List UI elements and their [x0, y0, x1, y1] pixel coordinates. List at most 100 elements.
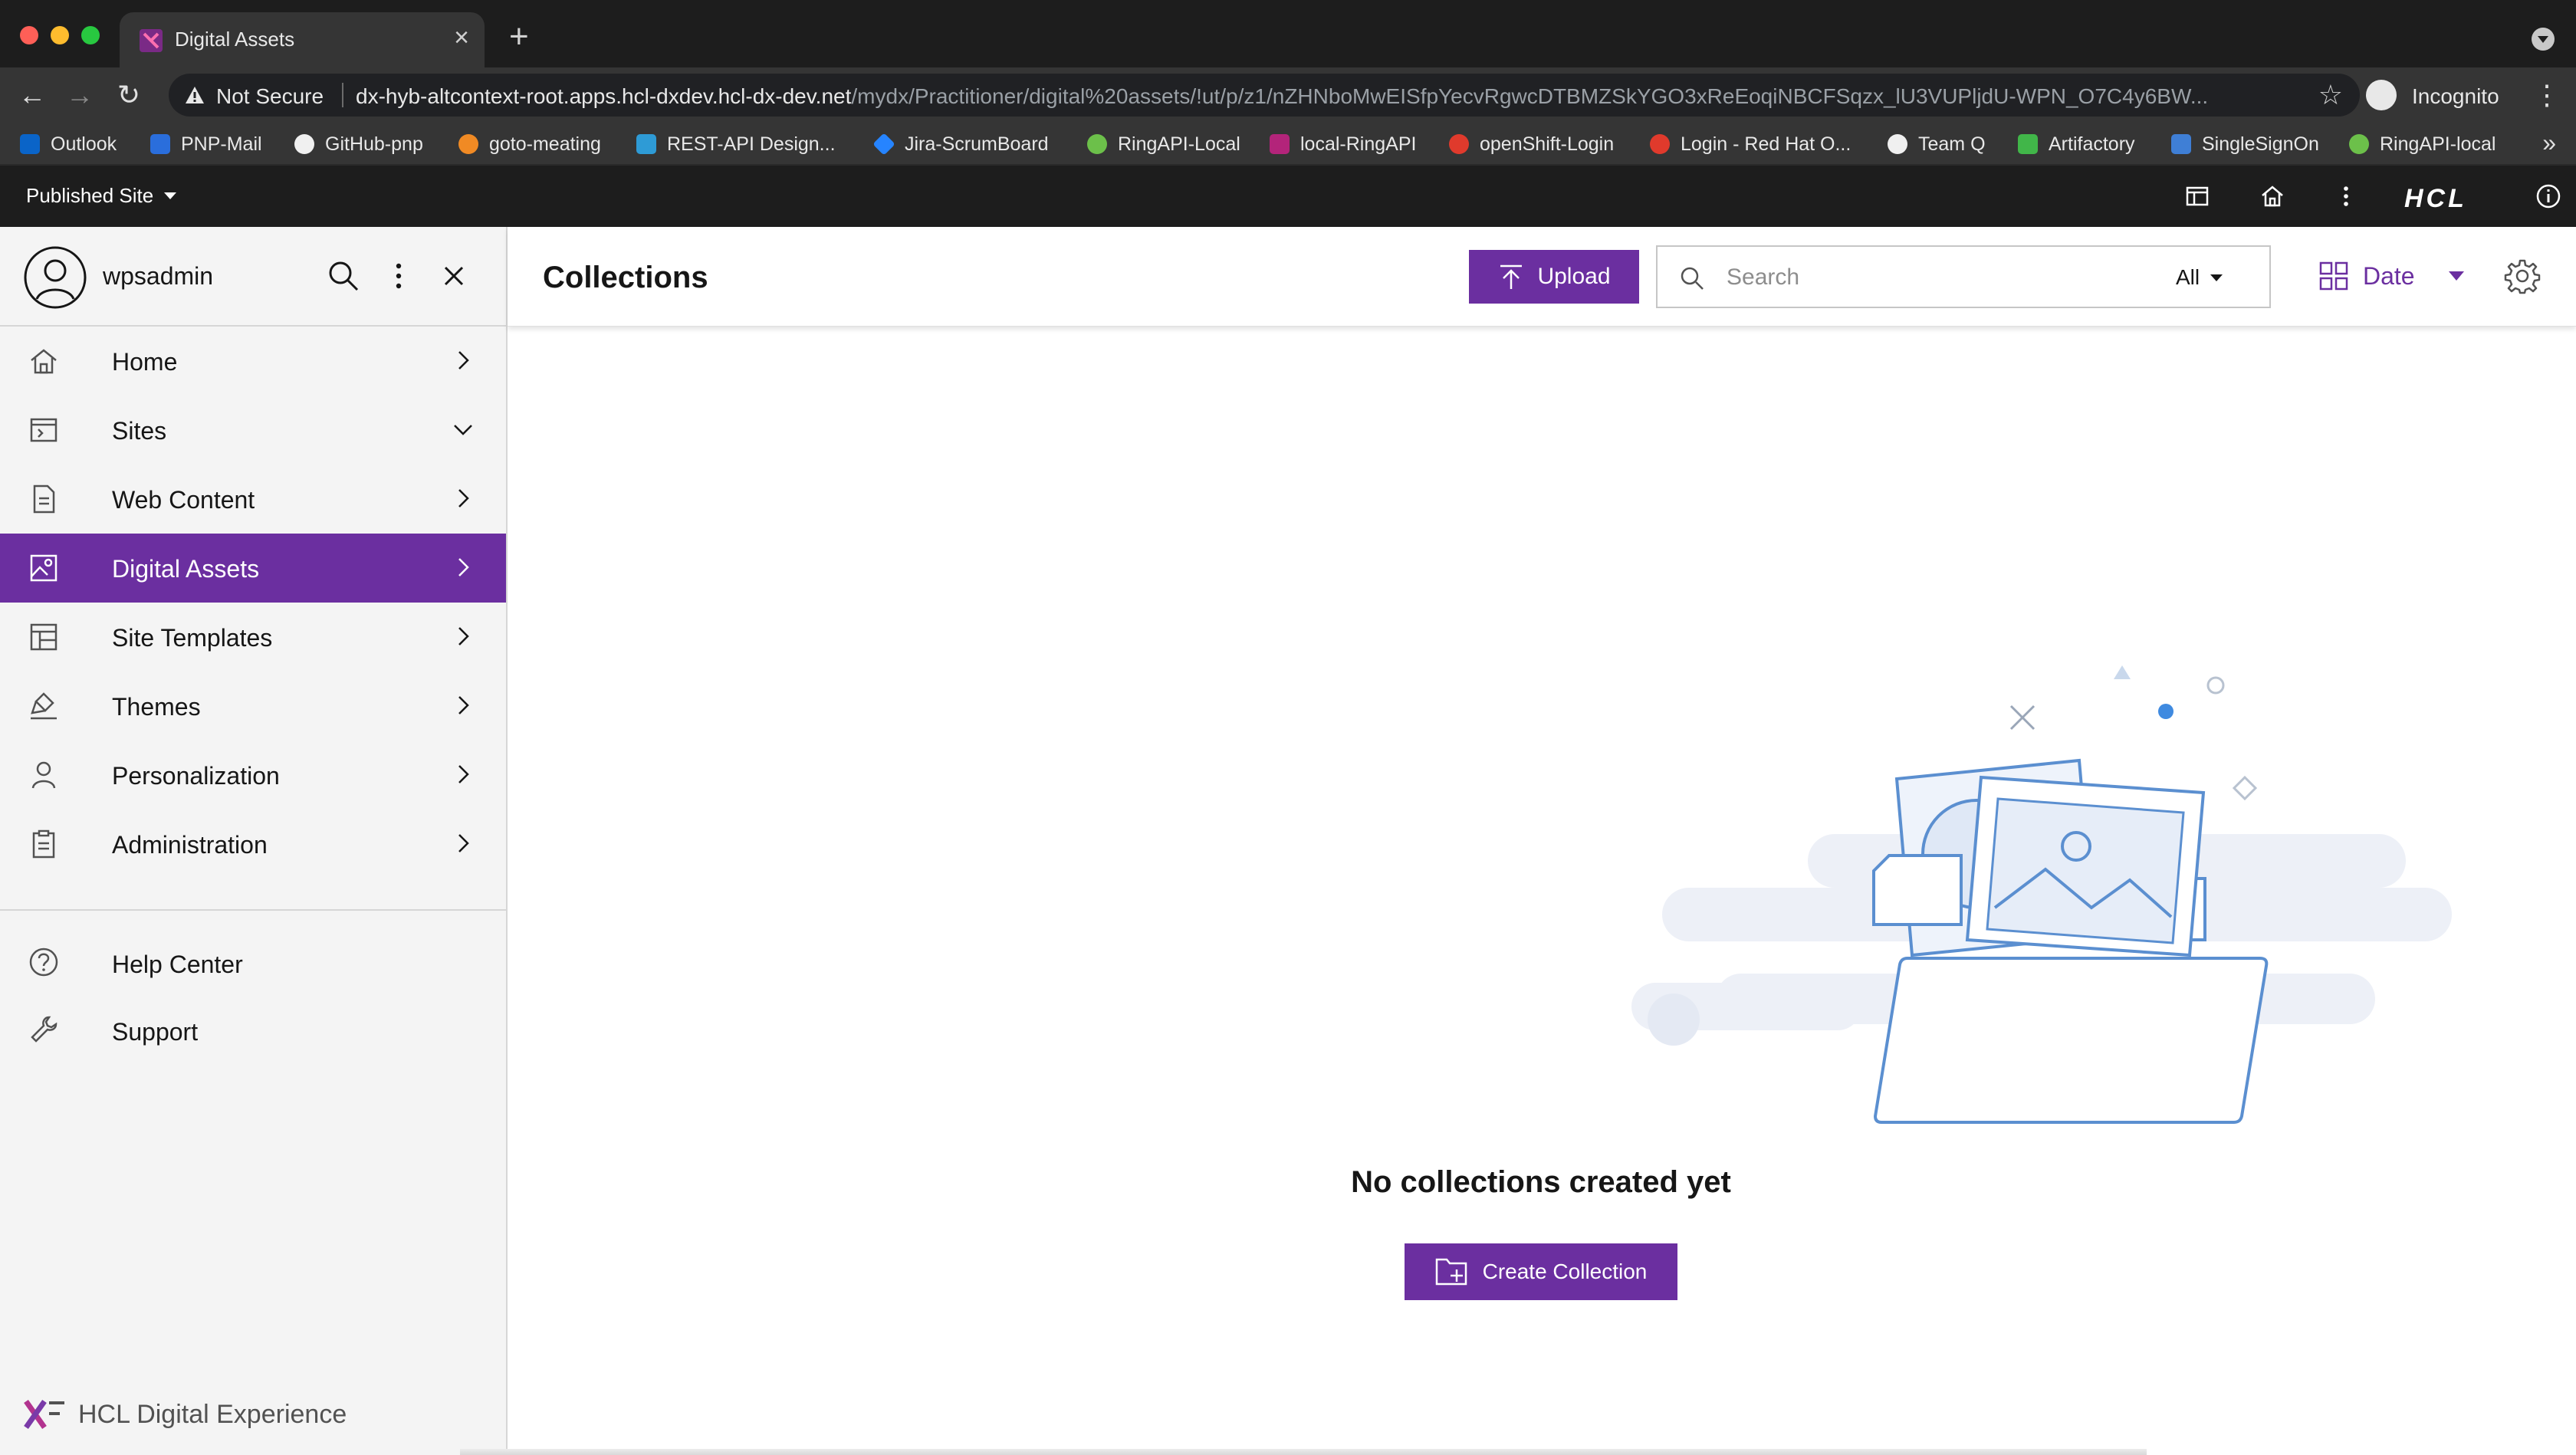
bookmarks-overflow-icon[interactable]: »: [2542, 129, 2556, 157]
help-icon: [29, 948, 58, 977]
sidebar-item-label: Web Content: [112, 486, 255, 514]
tab-close-icon[interactable]: ×: [454, 25, 469, 51]
site-selector[interactable]: Published Site: [26, 184, 177, 208]
wrench-icon: [31, 1016, 58, 1043]
hcl-dx-icon: [1270, 134, 1290, 154]
side-navigation: wpsadmin Home Sites Web Content Digital …: [0, 227, 508, 1455]
grid-view-icon[interactable]: [2318, 261, 2349, 291]
new-tab-button[interactable]: +: [509, 20, 529, 54]
upload-button[interactable]: Upload: [1469, 250, 1639, 304]
back-button[interactable]: ←: [15, 78, 49, 112]
gear-icon[interactable]: [2504, 258, 2541, 294]
create-collection-button[interactable]: Create Collection: [1405, 1243, 1677, 1300]
help-list: Help Center Support: [0, 929, 506, 1064]
redhat-icon: [1650, 134, 1670, 154]
sidebar-item-administration[interactable]: Administration: [0, 810, 506, 879]
bookmark-item[interactable]: GitHub-pnp: [294, 130, 423, 158]
search-icon[interactable]: [325, 258, 362, 294]
home-icon: [31, 349, 57, 374]
tab-search-button[interactable]: [2532, 28, 2555, 51]
sidebar-item-digital-assets[interactable]: Digital Assets: [0, 534, 506, 603]
bookmark-star-icon[interactable]: ☆: [2318, 81, 2343, 109]
bookmark-item[interactable]: openShift-Login: [1449, 130, 1614, 158]
sidebar-item-themes[interactable]: Themes: [0, 672, 506, 741]
bookmark-item[interactable]: Jira-ScrumBoard: [872, 130, 1049, 158]
browser-tab-active[interactable]: Digital Assets ×: [120, 12, 485, 67]
sidebar-item-label: Help Center: [112, 951, 243, 978]
more-options-icon[interactable]: [380, 258, 417, 294]
browser-tab-strip: Digital Assets × +: [0, 0, 2576, 67]
security-label[interactable]: Not Secure: [216, 84, 324, 109]
more-options-icon[interactable]: [2332, 182, 2360, 210]
github-icon: [1888, 134, 1907, 154]
info-icon[interactable]: [2535, 182, 2562, 210]
tab-title: Digital Assets: [175, 28, 295, 51]
template-icon: [30, 623, 58, 651]
chevron-right-icon: [458, 765, 469, 783]
sidebar-item-home[interactable]: Home: [0, 327, 506, 396]
outlook-icon: [20, 134, 40, 154]
forward-button[interactable]: →: [63, 78, 97, 112]
sidebar-item-label: Home: [112, 348, 178, 376]
sidebar-item-label: Administration: [112, 831, 268, 859]
brand-footer: HCL Digital Experience: [23, 1398, 347, 1430]
search-scope-label: All: [2176, 265, 2200, 289]
sidebar-item-label: Support: [112, 1018, 199, 1046]
jira-icon: [872, 133, 895, 156]
sidebar-divider: [0, 909, 506, 911]
search-scope-dropdown[interactable]: All: [2176, 265, 2223, 290]
search-input[interactable]: [1727, 259, 2125, 296]
bookmark-item[interactable]: Artifactory: [2018, 130, 2135, 158]
sites-icon: [30, 418, 58, 442]
goto-icon: [458, 134, 478, 154]
chevron-down-icon: [2210, 274, 2223, 281]
browser-menu-icon[interactable]: ⋮: [2530, 78, 2564, 112]
search-field[interactable]: All: [1656, 245, 2271, 308]
home-icon[interactable]: [2259, 182, 2286, 210]
url-host: dx-hyb-altcontext-root.apps.hcl-dxdev.hc…: [356, 84, 852, 108]
bookmark-item[interactable]: RingAPI-local: [2349, 130, 2496, 158]
omnibox-divider: [342, 83, 343, 107]
bookmark-item[interactable]: Team Q: [1888, 130, 1986, 158]
chevron-right-icon: [458, 489, 469, 507]
upload-icon: [1500, 264, 1523, 289]
search-icon: [1681, 267, 1704, 290]
site-selector-label: Published Site: [26, 184, 154, 207]
bookmark-item[interactable]: Outlook: [20, 130, 117, 158]
sidebar-item-help-center[interactable]: Help Center: [0, 929, 506, 997]
bookmark-item[interactable]: PNP-Mail: [150, 130, 262, 158]
window-close-button[interactable]: [20, 26, 38, 44]
window-minimize-button[interactable]: [51, 26, 69, 44]
mail-icon: [150, 134, 170, 154]
page-panel-icon[interactable]: [2183, 182, 2211, 210]
avatar-icon[interactable]: [23, 245, 87, 310]
chevron-right-icon: [458, 627, 469, 645]
sort-by-dropdown[interactable]: Date: [2363, 262, 2415, 291]
chevron-right-icon: [458, 351, 469, 369]
reload-button[interactable]: ↻: [112, 78, 146, 112]
portal-top-bar: Published Site HCL: [0, 166, 2576, 227]
window-zoom-button[interactable]: [81, 26, 100, 44]
bookmark-item[interactable]: goto-meating: [458, 130, 601, 158]
incognito-indicator[interactable]: Incognito: [2363, 74, 2516, 117]
chevron-right-icon: [458, 834, 469, 852]
sidebar-item-sites[interactable]: Sites: [0, 396, 506, 465]
close-icon[interactable]: [435, 258, 472, 294]
hcl-dx-logo-icon: [24, 1399, 64, 1430]
sidebar-item-support[interactable]: Support: [0, 997, 506, 1064]
bookmark-item[interactable]: RingAPI-Local: [1087, 130, 1240, 158]
url-text[interactable]: dx-hyb-altcontext-root.apps.hcl-dxdev.hc…: [356, 84, 2272, 109]
caret-down-icon[interactable]: [2449, 271, 2464, 281]
empty-state-message: No collections created yet: [1351, 1165, 1731, 1199]
bookmark-item[interactable]: REST-API Design...: [636, 130, 836, 158]
clipboard-icon: [32, 829, 55, 859]
address-bar[interactable]: Not Secure dx-hyb-altcontext-root.apps.h…: [169, 74, 2360, 117]
bookmark-item[interactable]: SingleSignOn: [2171, 130, 2319, 158]
sso-icon: [2171, 134, 2191, 154]
bookmark-item[interactable]: local-RingAPI: [1270, 130, 1416, 158]
bookmark-item[interactable]: Login - Red Hat O...: [1650, 130, 1851, 158]
sidebar-item-web-content[interactable]: Web Content: [0, 465, 506, 534]
sidebar-item-personalization[interactable]: Personalization: [0, 741, 506, 810]
bottom-scroll-shadow: [460, 1449, 2147, 1455]
sidebar-item-site-templates[interactable]: Site Templates: [0, 603, 506, 672]
